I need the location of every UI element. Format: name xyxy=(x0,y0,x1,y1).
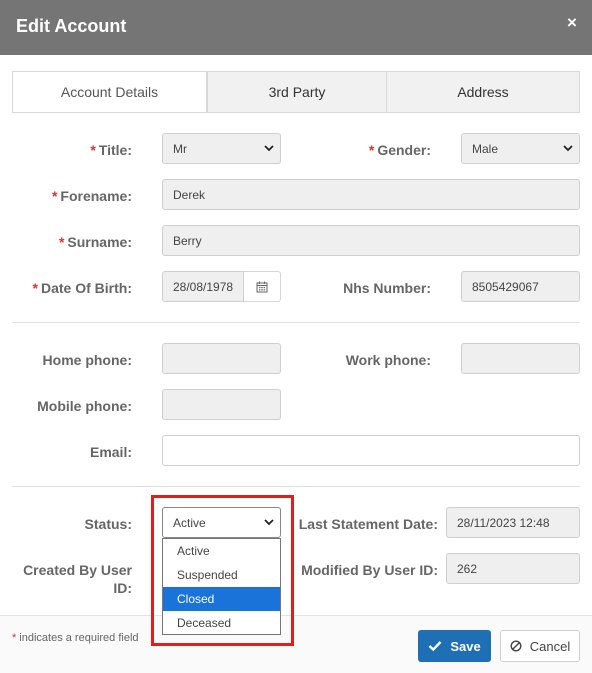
chevron-down-icon xyxy=(563,144,573,151)
section-divider xyxy=(12,486,580,487)
required-marker: * xyxy=(51,188,58,204)
required-marker: * xyxy=(368,142,375,158)
check-icon xyxy=(428,641,442,652)
status-option-active[interactable]: Active xyxy=(163,539,280,563)
status-option-closed[interactable]: Closed xyxy=(163,587,280,611)
surname-label: * Surname: xyxy=(58,234,132,250)
title-select[interactable]: Mr xyxy=(162,133,281,164)
title-label: * Title: xyxy=(90,142,132,158)
cancel-label: Cancel xyxy=(529,638,571,654)
calendar-icon xyxy=(256,281,268,292)
required-marker: * xyxy=(12,632,17,644)
dialog-title: Edit Account xyxy=(16,16,127,36)
forename-label: * Forename: xyxy=(51,188,132,204)
dob-label: * Date Of Birth: xyxy=(32,280,132,296)
calendar-button[interactable] xyxy=(244,271,281,302)
status-option-suspended[interactable]: Suspended xyxy=(163,563,280,587)
dialog-header: Edit Account × xyxy=(0,0,592,55)
mobile-phone-label: Mobile phone: xyxy=(37,398,132,414)
surname-field[interactable]: Berry xyxy=(162,225,580,256)
status-select[interactable]: Active xyxy=(162,507,281,538)
tab-address[interactable]: Address xyxy=(386,71,580,113)
dob-field[interactable]: 28/08/1978 xyxy=(162,271,244,302)
modified-by-value: 262 xyxy=(457,561,478,576)
last-statement-field[interactable]: 28/11/2023 12:48 xyxy=(446,507,580,538)
required-note: * indicates a required field xyxy=(12,632,139,644)
forename-value: Derek xyxy=(173,187,206,202)
tab-bar: Account Details 3rd Party Address xyxy=(12,71,580,113)
close-icon[interactable]: × xyxy=(567,13,577,33)
last-statement-value: 28/11/2023 12:48 xyxy=(457,515,550,530)
created-by-label: Created By User ID: xyxy=(23,562,132,596)
tab-label: Address xyxy=(457,84,509,100)
forename-field[interactable]: Derek xyxy=(162,179,580,210)
home-phone-field[interactable] xyxy=(162,343,281,374)
tab-label: 3rd Party xyxy=(268,84,326,100)
status-select-value: Active xyxy=(173,515,206,530)
email-label: Email: xyxy=(89,444,132,460)
nhs-number-value: 8505429067 xyxy=(472,279,539,294)
status-dropdown-list: Active Suspended Closed Deceased xyxy=(162,538,281,635)
section-divider xyxy=(12,322,580,323)
tab-3rd-party[interactable]: 3rd Party xyxy=(207,71,387,113)
ban-icon xyxy=(510,640,522,652)
gender-select[interactable]: Male xyxy=(461,133,580,164)
required-marker: * xyxy=(58,234,65,250)
mobile-phone-field[interactable] xyxy=(162,389,281,420)
tab-account-details[interactable]: Account Details xyxy=(12,71,207,113)
save-label: Save xyxy=(450,638,481,654)
chevron-down-icon xyxy=(264,518,274,525)
required-marker: * xyxy=(32,280,38,296)
surname-value: Berry xyxy=(173,233,202,248)
nhs-number-field[interactable]: 8505429067 xyxy=(461,271,580,302)
nhs-number-label: Nhs Number: xyxy=(343,280,431,296)
last-statement-label: Last Statement Date: xyxy=(298,516,438,532)
modified-by-field[interactable]: 262 xyxy=(446,553,580,584)
work-phone-field[interactable] xyxy=(461,343,580,374)
home-phone-label: Home phone: xyxy=(42,352,132,368)
modified-by-label: Modified By User ID: xyxy=(301,562,438,578)
tab-label: Account Details xyxy=(60,84,159,100)
work-phone-label: Work phone: xyxy=(345,352,431,368)
gender-select-value: Male xyxy=(472,141,499,156)
cancel-button[interactable]: Cancel xyxy=(500,630,580,662)
status-option-deceased[interactable]: Deceased xyxy=(163,611,280,635)
required-marker: * xyxy=(90,142,96,158)
email-field[interactable] xyxy=(162,435,580,466)
dob-value: 28/08/1978 xyxy=(173,279,234,294)
status-label: Status: xyxy=(84,516,132,532)
save-button[interactable]: Save xyxy=(418,630,491,662)
chevron-down-icon xyxy=(264,144,274,151)
title-select-value: Mr xyxy=(173,141,187,156)
tab-underline xyxy=(12,112,580,113)
gender-label: * Gender: xyxy=(368,142,431,158)
